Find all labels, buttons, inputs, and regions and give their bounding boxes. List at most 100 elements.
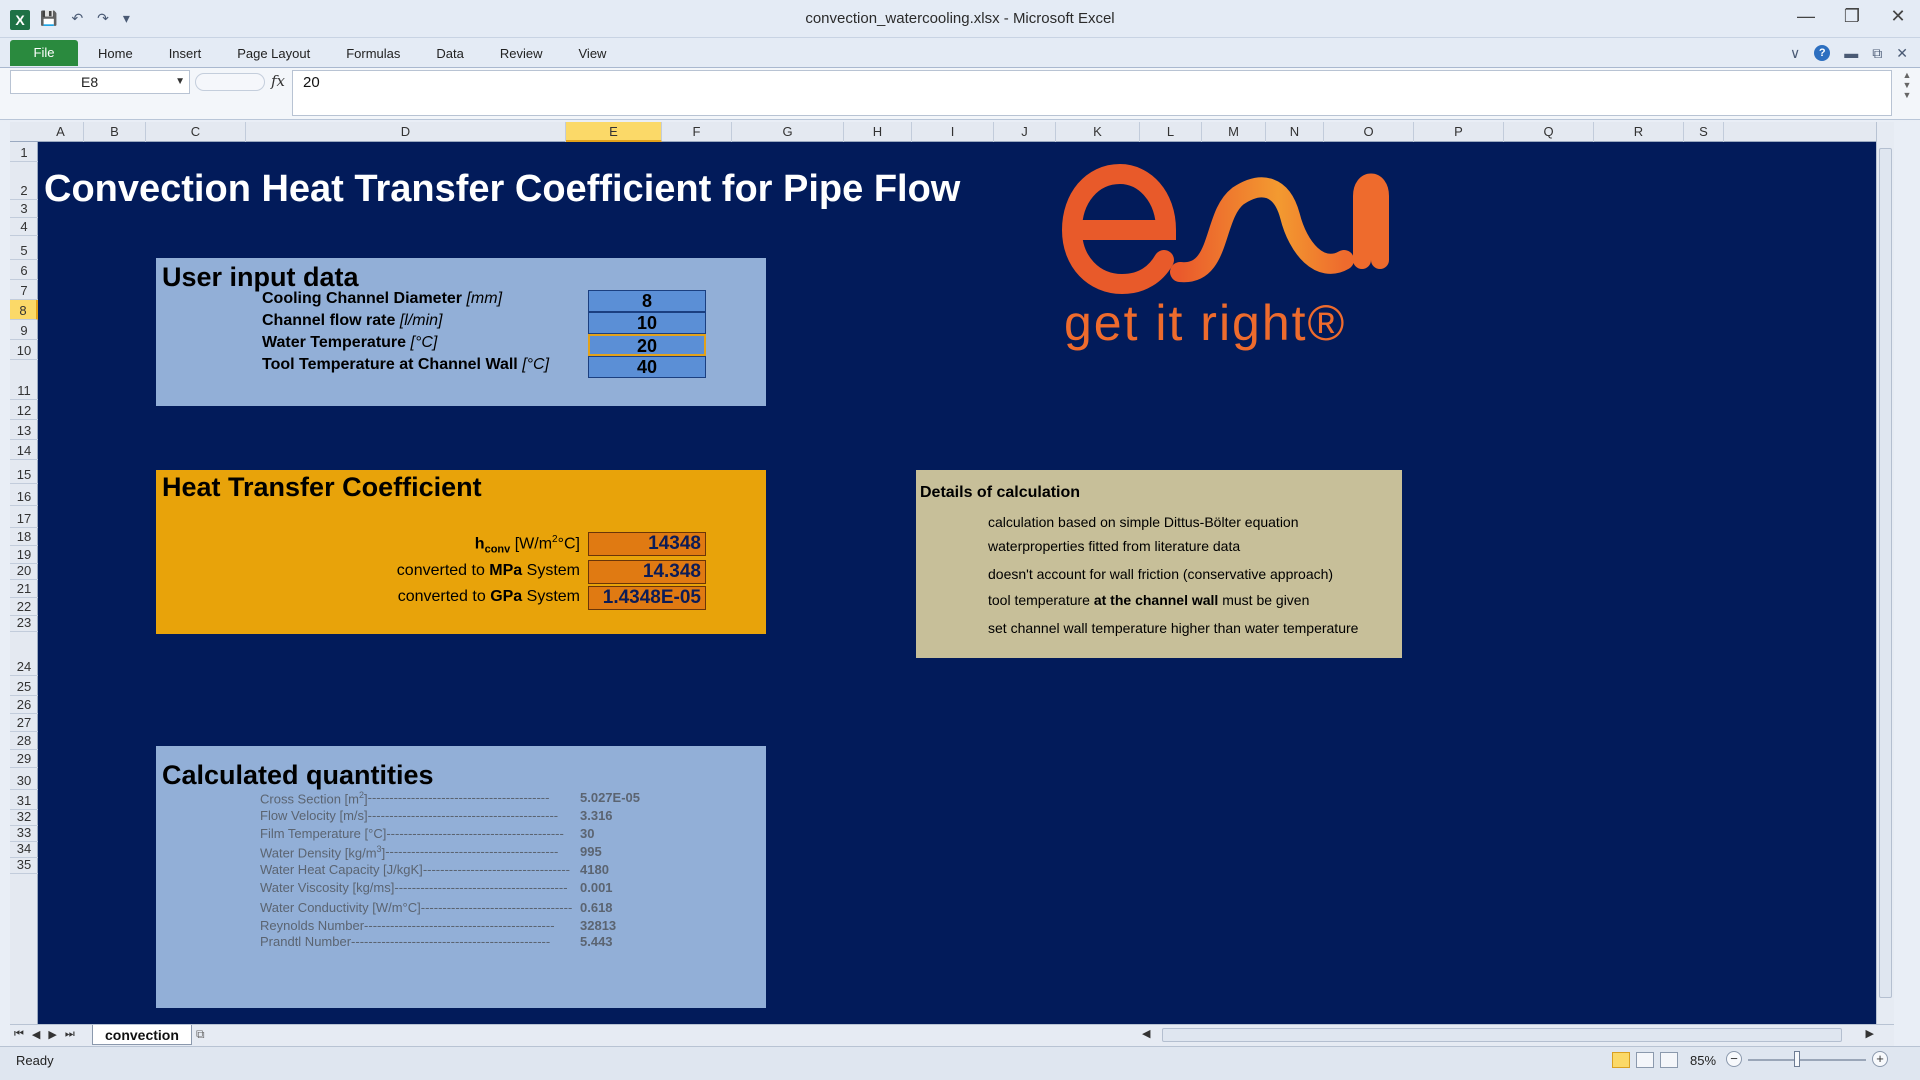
row-header-35[interactable]: 35 (10, 857, 38, 874)
zoom-level[interactable]: 85% (1690, 1053, 1716, 1068)
row-header-19[interactable]: 19 (10, 546, 38, 564)
zoom-slider-track[interactable] (1748, 1059, 1866, 1061)
workbook-minimize-icon[interactable]: ▬ (1844, 45, 1858, 62)
name-box-dropdown-icon[interactable]: ▼ (175, 71, 185, 93)
row-header-17[interactable]: 17 (10, 506, 38, 528)
page-break-view-icon[interactable] (1660, 1052, 1678, 1068)
row-header-27[interactable]: 27 (10, 714, 38, 732)
calc-value[interactable]: 32813 (580, 918, 616, 933)
insert-sheet-icon[interactable]: ⧉ (196, 1027, 218, 1043)
workbook-restore-icon[interactable]: ⧉ (1872, 45, 1882, 62)
column-header-n[interactable]: N (1266, 122, 1324, 142)
row-header-21[interactable]: 21 (10, 580, 38, 598)
ribbon-collapse-icon[interactable]: ∨ (1790, 45, 1800, 62)
column-header-q[interactable]: Q (1504, 122, 1594, 142)
normal-view-icon[interactable] (1612, 1052, 1630, 1068)
row-header-10[interactable]: 10 (10, 340, 38, 360)
zoom-in-icon[interactable]: + (1872, 1051, 1888, 1067)
row-header-7[interactable]: 7 (10, 280, 38, 300)
page-layout-view-icon[interactable] (1636, 1052, 1654, 1068)
tab-insert[interactable]: Insert (151, 46, 220, 61)
row-header-29[interactable]: 29 (10, 750, 38, 768)
zoom-out-icon[interactable]: − (1726, 1051, 1742, 1067)
row-header-26[interactable]: 26 (10, 696, 38, 714)
calc-value[interactable]: 4180 (580, 862, 609, 877)
horizontal-scroll-thumb[interactable] (1162, 1028, 1842, 1042)
calc-value[interactable]: 0.001 (580, 880, 613, 895)
tab-home[interactable]: Home (80, 46, 151, 61)
row-header-32[interactable]: 32 (10, 809, 38, 826)
column-header-d[interactable]: D (246, 122, 566, 142)
row-header-33[interactable]: 33 (10, 825, 38, 842)
scroll-right-icon[interactable]: ▶ (1866, 1027, 1874, 1040)
column-header-g[interactable]: G (732, 122, 844, 142)
row-header-2[interactable]: 2 (10, 162, 38, 200)
vertical-scroll-thumb[interactable] (1879, 148, 1892, 998)
row-header-4[interactable]: 4 (10, 218, 38, 236)
formula-input[interactable]: 20 (292, 70, 1892, 116)
row-header-16[interactable]: 16 (10, 484, 38, 506)
column-header-k[interactable]: K (1056, 122, 1140, 142)
calc-value[interactable]: 5.443 (580, 934, 613, 949)
last-sheet-icon[interactable]: ⏭ (65, 1028, 75, 1041)
column-header-j[interactable]: J (994, 122, 1056, 142)
tab-formulas[interactable]: Formulas (328, 46, 418, 61)
row-header-15[interactable]: 15 (10, 460, 38, 484)
row-header-22[interactable]: 22 (10, 598, 38, 616)
maximize-icon[interactable]: ❐ (1842, 6, 1862, 27)
column-header-p[interactable]: P (1414, 122, 1504, 142)
row-header-12[interactable]: 12 (10, 400, 38, 420)
gpa-value[interactable]: 1.4348E-05 (588, 586, 706, 610)
tab-page-layout[interactable]: Page Layout (219, 46, 328, 61)
row-header-25[interactable]: 25 (10, 676, 38, 696)
tab-view[interactable]: View (561, 46, 625, 61)
close-icon[interactable]: ✕ (1888, 6, 1908, 27)
row-header-31[interactable]: 31 (10, 790, 38, 810)
input-cell-tool-temperature[interactable]: 40 (588, 356, 706, 378)
row-header-3[interactable]: 3 (10, 200, 38, 218)
mpa-value[interactable]: 14.348 (588, 560, 706, 584)
row-header-34[interactable]: 34 (10, 841, 38, 858)
tab-data[interactable]: Data (418, 46, 481, 61)
row-header-30[interactable]: 30 (10, 768, 38, 790)
calc-value[interactable]: 3.316 (580, 808, 613, 823)
help-icon[interactable]: ? (1814, 45, 1831, 61)
row-header-6[interactable]: 6 (10, 260, 38, 280)
scroll-left-icon[interactable]: ◀ (1142, 1027, 1150, 1040)
input-cell-flow-rate[interactable]: 10 (588, 312, 706, 334)
row-header-8[interactable]: 8 (10, 300, 38, 320)
row-header-23[interactable]: 23 (10, 615, 38, 632)
column-header-e[interactable]: E (566, 122, 662, 142)
vertical-scrollbar[interactable] (1876, 122, 1894, 1024)
column-header-b[interactable]: B (84, 122, 146, 142)
insert-function-icon[interactable]: fx (271, 72, 285, 90)
column-header-m[interactable]: M (1202, 122, 1266, 142)
minimize-icon[interactable]: — (1796, 6, 1816, 27)
first-sheet-icon[interactable]: ⏮ (14, 1028, 24, 1041)
calc-value[interactable]: 30 (580, 826, 594, 841)
column-header-i[interactable]: I (912, 122, 994, 142)
input-cell-diameter[interactable]: 8 (588, 290, 706, 312)
row-header-9[interactable]: 9 (10, 320, 38, 340)
tab-review[interactable]: Review (482, 46, 561, 61)
calc-value[interactable]: 995 (580, 844, 602, 859)
column-header-a[interactable]: A (38, 122, 84, 142)
file-tab[interactable]: File (10, 40, 78, 66)
name-box[interactable]: E8 ▼ (10, 70, 190, 94)
row-header-18[interactable]: 18 (10, 528, 38, 546)
input-cell-water-temperature[interactable]: 20 (588, 334, 706, 356)
formula-expand-handle[interactable] (195, 73, 265, 91)
column-header-c[interactable]: C (146, 122, 246, 142)
row-header-13[interactable]: 13 (10, 420, 38, 440)
sheet-tab-convection[interactable]: convection (92, 1025, 192, 1045)
row-header-14[interactable]: 14 (10, 440, 38, 460)
workbook-close-icon[interactable]: ✕ (1896, 45, 1908, 62)
column-header-r[interactable]: R (1594, 122, 1684, 142)
hconv-value[interactable]: 14348 (588, 532, 706, 556)
prev-sheet-icon[interactable]: ◀ (32, 1028, 40, 1041)
column-header-s[interactable]: S (1684, 122, 1724, 142)
sheet-canvas[interactable]: Convection Heat Transfer Coefficient for… (38, 142, 1894, 1024)
column-header-f[interactable]: F (662, 122, 732, 142)
column-header-o[interactable]: O (1324, 122, 1414, 142)
calc-value[interactable]: 0.618 (580, 900, 613, 915)
